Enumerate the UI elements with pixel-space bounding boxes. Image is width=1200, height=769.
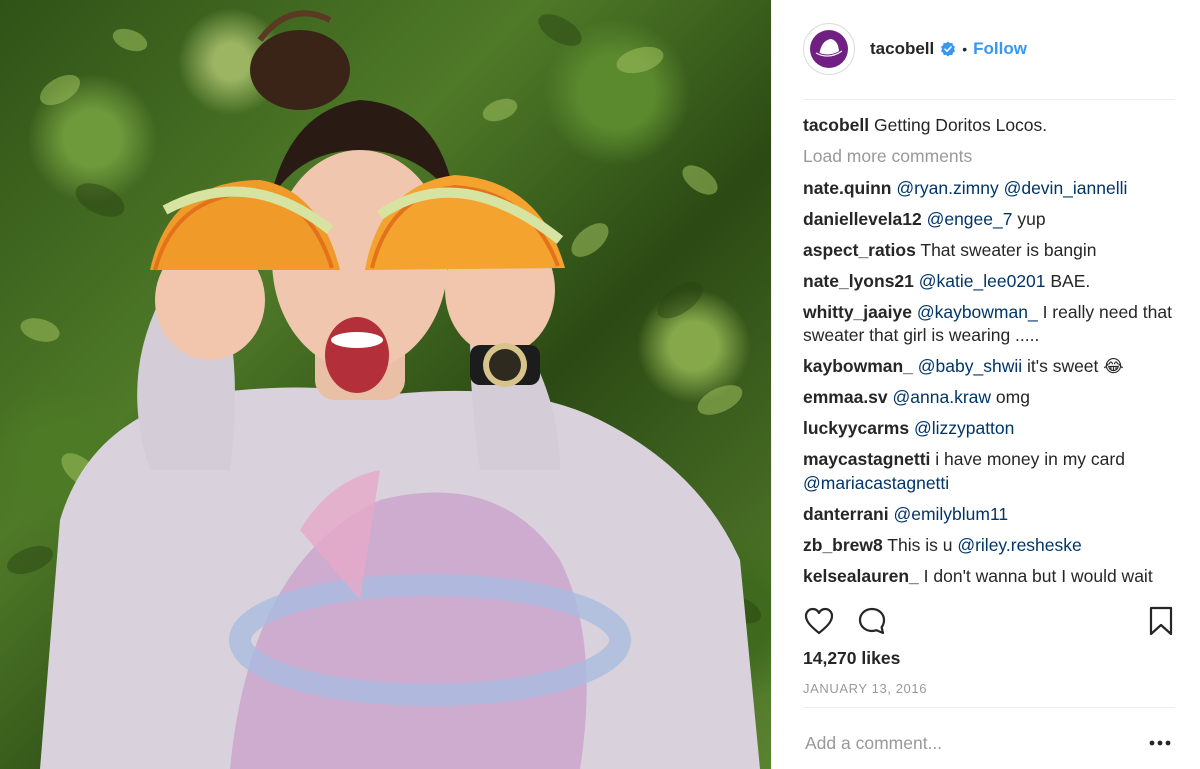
caption-text: Getting Doritos Locos. — [874, 115, 1048, 135]
comment-username[interactable]: whitty_jaaiye — [803, 302, 912, 322]
comment-mention[interactable]: @emilyblum11 — [893, 504, 1008, 524]
caption-username[interactable]: tacobell — [803, 115, 869, 135]
avatar[interactable] — [803, 23, 855, 75]
taco-bell-logo-icon — [810, 30, 848, 68]
post-header: tacobell • Follow — [803, 23, 1175, 100]
comment-icon[interactable] — [856, 605, 888, 637]
post-author-username[interactable]: tacobell — [870, 39, 934, 59]
caption: tacobell Getting Doritos Locos. — [803, 114, 1183, 138]
load-more-comments-button[interactable]: Load more comments — [803, 145, 1183, 169]
comment-username[interactable]: danterrani — [803, 504, 889, 524]
heart-icon[interactable] — [803, 605, 835, 637]
comment-mention[interactable]: @baby_shwii — [918, 356, 1022, 376]
comment-username[interactable]: zb_brew8 — [803, 535, 883, 555]
comment-username[interactable]: aspect_ratios — [803, 240, 916, 260]
comment-item: maycastagnetti i have money in my card @… — [803, 448, 1183, 495]
comment-mention[interactable]: @katie_lee0201 — [919, 271, 1046, 291]
comment-username[interactable]: kaybowman_ — [803, 356, 913, 376]
comments-list: tacobell Getting Doritos Locos. Load mor… — [803, 114, 1183, 596]
separator-dot: • — [962, 41, 968, 57]
comment-username[interactable]: maycastagnetti — [803, 449, 930, 469]
comment-item: nate_lyons21 @katie_lee0201 BAE. — [803, 270, 1183, 294]
comment-mention[interactable]: @engee_7 — [927, 209, 1013, 229]
comment-mention[interactable]: @anna.kraw — [893, 387, 992, 407]
comment-item: nate.quinn @ryan.zimny @devin_iannelli — [803, 177, 1183, 201]
comment-mention[interactable]: @ryan.zimny @devin_iannelli — [896, 178, 1127, 198]
post-photo — [0, 0, 771, 769]
add-comment-bar — [803, 707, 1175, 769]
comment-username[interactable]: emmaa.sv — [803, 387, 888, 407]
comment-text: omg — [991, 387, 1030, 407]
comment-mention[interactable]: @riley.resheske — [957, 535, 1081, 555]
comment-item: whitty_jaaiye @kaybowman_ I really need … — [803, 301, 1183, 348]
post-detail-panel: tacobell • Follow tacobell Getting Dorit… — [771, 0, 1200, 769]
comment-username[interactable]: nate.quinn — [803, 178, 891, 198]
comment-text: BAE. — [1045, 270, 1091, 291]
comment-item: daniellevela12 @engee_7 yup — [803, 208, 1183, 232]
comment-text: This is u — [882, 534, 958, 555]
comment-item: danterrani @emilyblum11 — [803, 503, 1183, 527]
photo-illustration — [7, 10, 762, 769]
likes-count[interactable]: 14,270 likes — [803, 648, 900, 669]
post-actions — [803, 605, 1175, 637]
post-date: JANUARY 13, 2016 — [803, 681, 928, 696]
comment-item: luckyycarms @lizzypatton — [803, 417, 1183, 441]
comment-username[interactable]: kelsealauren_ — [803, 566, 919, 586]
comment-text: That sweater is bangin — [915, 239, 1097, 260]
comment-mention[interactable]: @kaybowman_ — [917, 302, 1038, 322]
comment-text: yup — [1012, 208, 1046, 229]
bookmark-icon[interactable] — [1147, 605, 1175, 637]
comment-text: I don't wanna but I would wait — [918, 565, 1153, 586]
comment-mention[interactable]: @mariacastagnetti — [803, 473, 949, 493]
comment-input[interactable] — [805, 724, 1135, 762]
comment-text: it's sweet 😂 — [1022, 356, 1124, 376]
comment-item: aspect_ratios That sweater is bangin — [803, 239, 1183, 263]
comment-item: zb_brew8 This is u @riley.resheske — [803, 534, 1183, 558]
comment-username[interactable]: nate_lyons21 — [803, 271, 914, 291]
comment-mention[interactable]: @lizzypatton — [914, 418, 1014, 438]
comment-item: kelsealauren_ I don't wanna but I would … — [803, 565, 1183, 589]
comment-username[interactable]: luckyycarms — [803, 418, 909, 438]
comment-text: i have money in my card — [930, 449, 1125, 469]
comment-item: emmaa.sv @anna.kraw omg — [803, 386, 1183, 410]
follow-button[interactable]: Follow — [973, 39, 1027, 59]
comment-item: kaybowman_ @baby_shwii it's sweet 😂 — [803, 355, 1183, 379]
more-options-icon[interactable] — [1147, 735, 1173, 751]
comment-username[interactable]: daniellevela12 — [803, 209, 922, 229]
verified-badge-icon — [941, 41, 956, 57]
